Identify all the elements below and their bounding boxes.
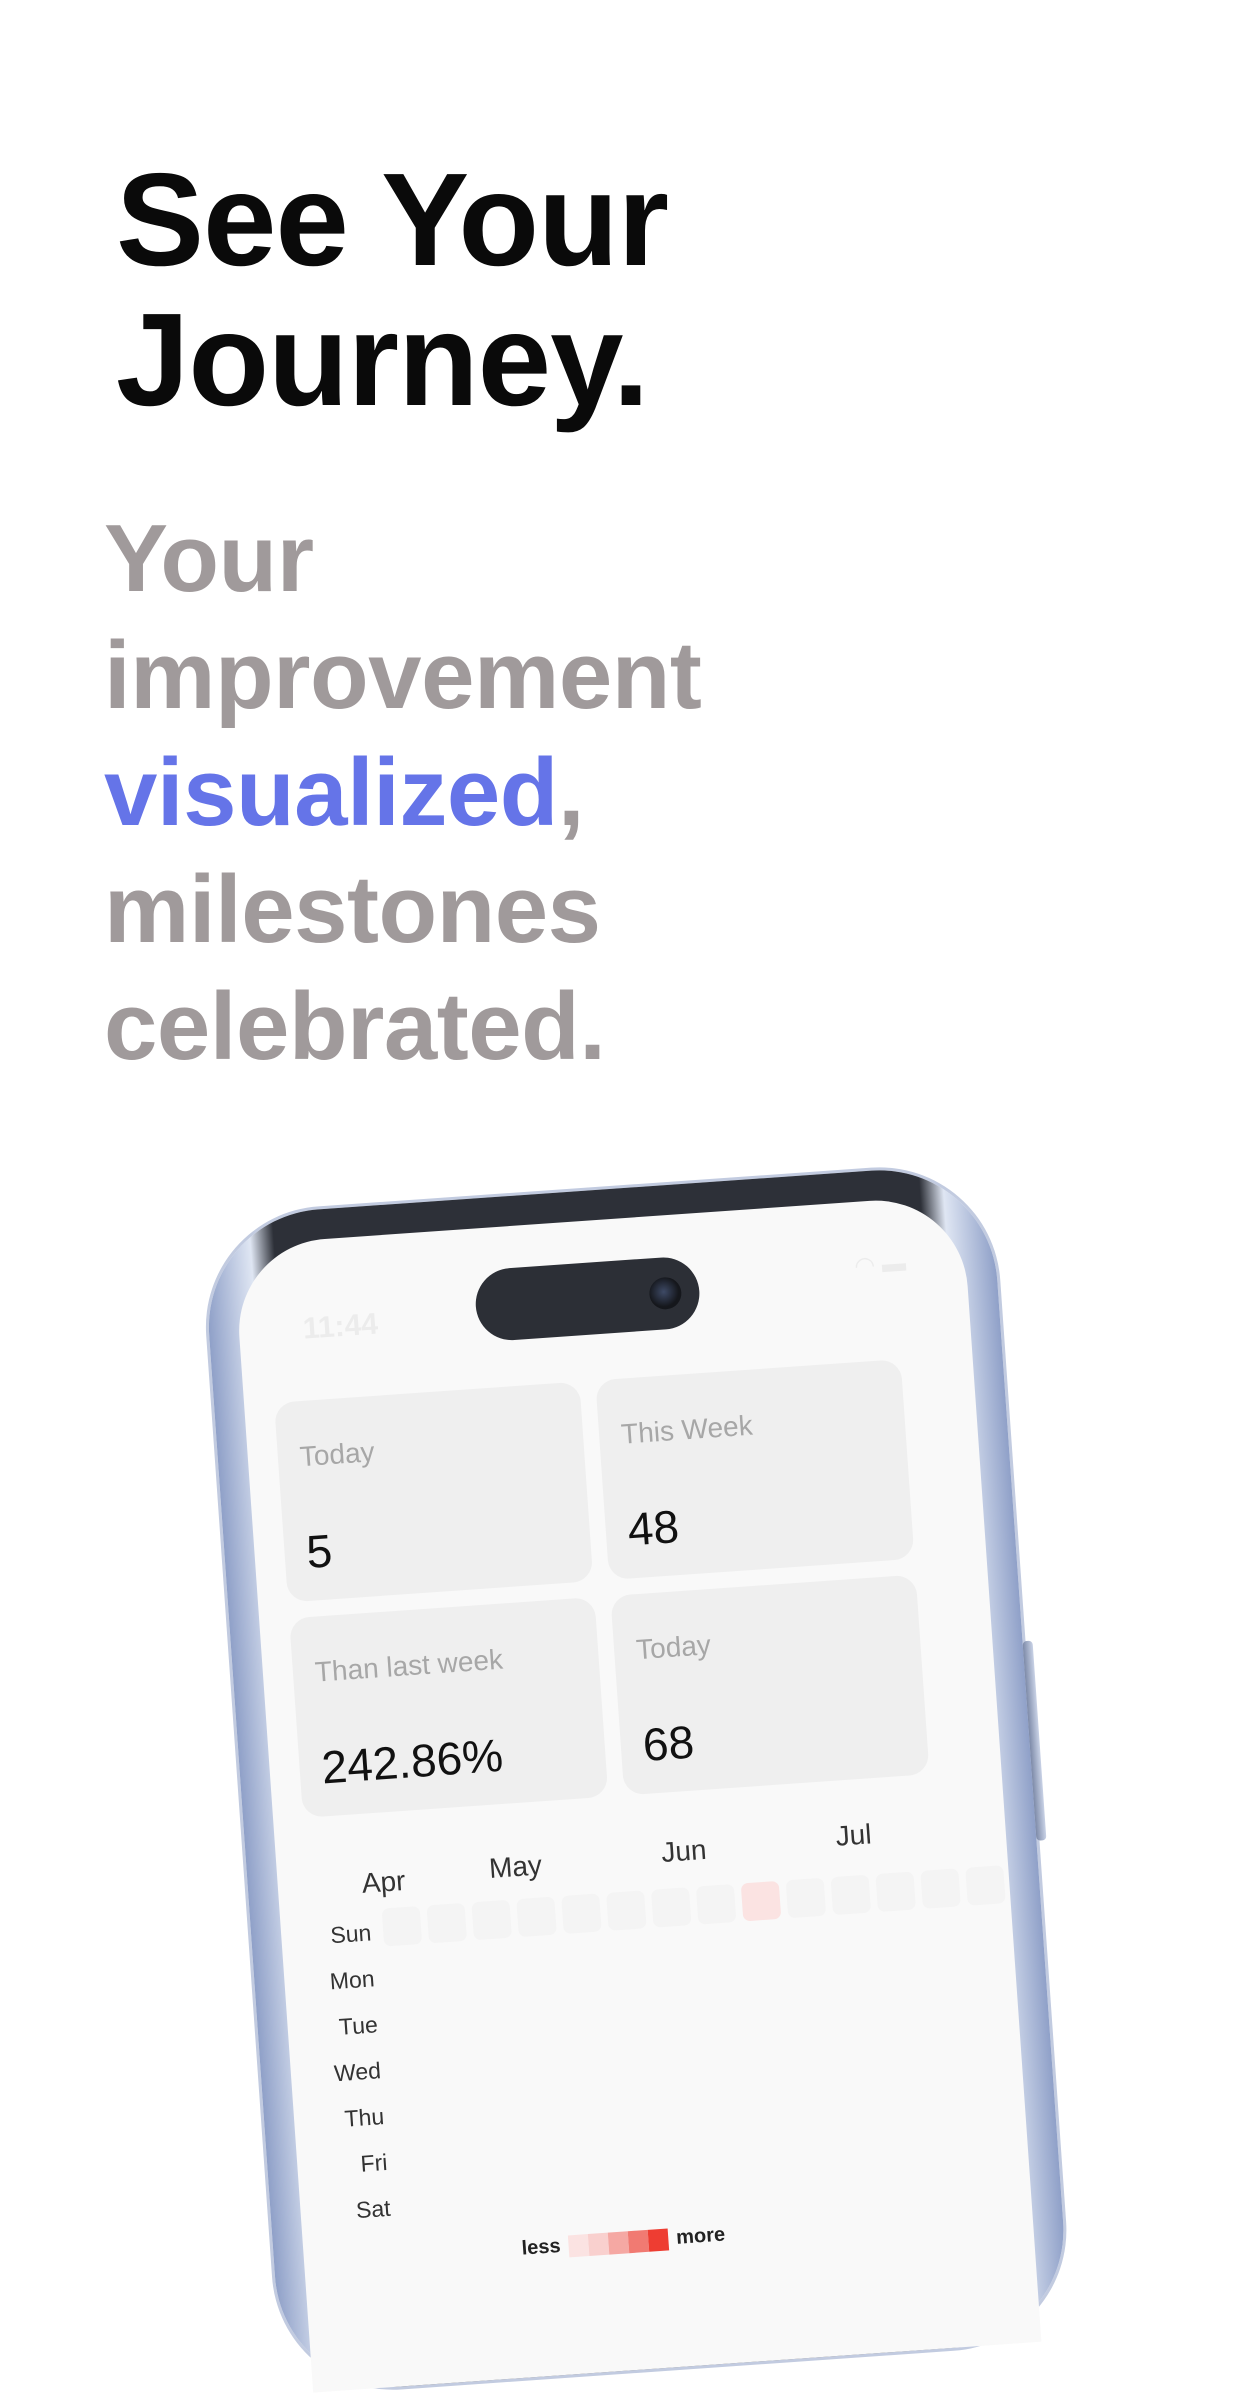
heatmap-cell: [785, 1877, 827, 1919]
heatmap-cell: [965, 1865, 1006, 1906]
heatmap-cell: [875, 1871, 916, 1913]
status-bar-time: 11:44: [301, 1307, 380, 1346]
day-label: Wed: [333, 2057, 382, 2087]
subheading-line-3: visualized,: [104, 734, 701, 851]
heatmap-cell: [561, 1893, 602, 1934]
phone-screen: 11:44 ◠ ▬ Today 5 This Week 48 Than last…: [232, 1194, 1042, 2393]
headline-line-2: Journey.: [116, 286, 649, 433]
month-label: May: [487, 1849, 543, 1885]
stat-card-value: 242.86%: [319, 1728, 505, 1794]
stat-card-value: 68: [641, 1715, 696, 1771]
day-label: Sun: [329, 1919, 373, 1949]
heatmap-cell: [426, 1902, 468, 1944]
phone-mockup: 11:44 ◠ ▬ Today 5 This Week 48 Than last…: [200, 1162, 1072, 2395]
heatmap-cell: [606, 1890, 647, 1931]
stat-card-today[interactable]: Today 5: [274, 1381, 594, 1603]
month-label: Jul: [834, 1818, 873, 1852]
headline: See Your Journey.: [116, 150, 669, 433]
stats-grid: Today 5 This Week 48 Than last week 242.…: [274, 1359, 930, 1818]
heatmap-cell: [830, 1874, 872, 1916]
heatmap-cell: [471, 1899, 512, 1941]
stat-card-than-last-week[interactable]: Than last week 242.86%: [289, 1597, 609, 1818]
heatmap-cell: [695, 1884, 737, 1925]
stat-card-this-week[interactable]: This Week 48: [595, 1359, 915, 1580]
stat-card-label: Today: [298, 1436, 376, 1473]
heatmap-cell: [650, 1887, 692, 1928]
stat-card-value: 48: [625, 1500, 681, 1556]
wifi-icon: ◠: [853, 1251, 877, 1281]
day-label: Mon: [328, 1965, 376, 1995]
battery-icon: ▬: [880, 1249, 907, 1279]
legend-swatch: [567, 2233, 590, 2257]
heatmap-cell: [920, 1868, 961, 1909]
heatmap-cell: [381, 1905, 423, 1947]
day-label: Thu: [343, 2103, 385, 2132]
day-label: Fri: [359, 2148, 389, 2177]
legend-swatch: [647, 2227, 670, 2252]
month-label: Jun: [660, 1833, 708, 1868]
stat-card-label: Today: [635, 1629, 712, 1666]
subheading: Your improvement visualized, milestones …: [104, 500, 702, 1085]
subheading-comma: ,: [557, 739, 585, 846]
camera-icon: [648, 1276, 683, 1311]
heatmap-days: Sun Mon Tue Wed Thu Fri Sat: [310, 1909, 392, 2234]
month-label: Apr: [360, 1864, 407, 1899]
headline-line-1: See Your: [116, 146, 669, 293]
dynamic-island: [473, 1255, 702, 1343]
heatmap-cell: [740, 1880, 782, 1922]
status-bar-icons: ◠ ▬: [853, 1249, 907, 1282]
day-label: Sat: [355, 2194, 392, 2224]
stat-card-value: 5: [304, 1524, 334, 1578]
stat-card-today-total[interactable]: Today 68: [610, 1574, 930, 1796]
stat-card-label: This Week: [620, 1409, 754, 1450]
day-label: Tue: [338, 2011, 379, 2040]
legend-less-label: less: [520, 2235, 562, 2260]
subheading-line-5: celebrated.: [104, 973, 606, 1080]
subheading-accent-word: visualized: [104, 739, 558, 846]
legend-more-label: more: [675, 2223, 726, 2249]
subheading-line-2: improvement: [104, 622, 702, 729]
legend-swatch: [627, 2229, 650, 2253]
legend-swatch: [607, 2230, 630, 2255]
subheading-line-4: milestones: [104, 856, 601, 963]
legend-swatch: [587, 2232, 610, 2256]
heatmap-cell: [516, 1896, 557, 1938]
subheading-line-1: Your: [104, 505, 314, 612]
stat-card-label: Than last week: [313, 1643, 504, 1688]
